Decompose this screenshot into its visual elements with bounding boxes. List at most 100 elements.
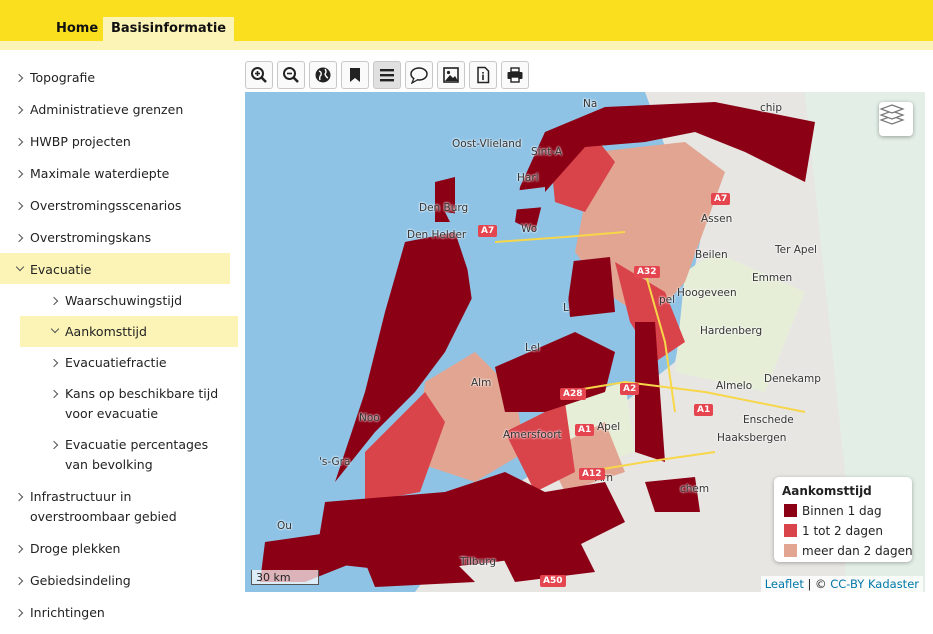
layers-icon: [879, 104, 905, 125]
map-city-label: Oost-Vlieland: [452, 138, 522, 150]
chevron-right-icon: [14, 169, 24, 179]
road-shield: A7: [711, 193, 731, 205]
map-city-label: Assen: [701, 213, 733, 225]
map-city-label: Apel: [597, 421, 621, 433]
chevron-right-icon: [14, 233, 24, 243]
bookmark-button[interactable]: [341, 61, 369, 89]
comment-icon: [410, 67, 428, 84]
chevron-right-icon: [49, 440, 59, 450]
sidebar-item-evacuatiefractie[interactable]: Evacuatiefractie: [65, 353, 167, 373]
legend-label: Binnen 1 dag: [802, 504, 882, 518]
map-city-label: Ter Apel: [775, 244, 817, 256]
chevron-right-icon: [14, 608, 24, 618]
menu-icon: [380, 69, 394, 82]
sidebar-item-administratieve-grenzen[interactable]: Administratieve grenzen: [30, 100, 183, 120]
road-shield: A50: [540, 575, 566, 587]
map-city-label: Alm: [471, 377, 492, 389]
map-view[interactable]: Oost-Vlieland Sint-A Harl Den Burg Den H…: [245, 92, 925, 592]
map-city-label: 's-Gra: [319, 456, 351, 468]
document-info-icon: [477, 66, 490, 84]
sidebar-item-infrastructuur[interactable]: Infrastructuur in overstroombaar gebied: [30, 487, 235, 527]
scale-bar: 30 km: [251, 570, 319, 585]
zoom-out-button[interactable]: [277, 61, 305, 89]
chevron-right-icon: [14, 492, 24, 502]
legend-swatch: [784, 544, 797, 557]
layer-switcher-button[interactable]: [879, 102, 913, 136]
map-city-label: Denekamp: [764, 373, 821, 385]
sidebar-item-hwbp-projecten[interactable]: HWBP projecten: [30, 132, 131, 152]
globe-icon: [315, 67, 331, 83]
layers-menu-button[interactable]: [373, 61, 401, 89]
sidebar-item-overstromingskans[interactable]: Overstromingskans: [30, 228, 151, 248]
sidebar-item-inrichtingen[interactable]: Inrichtingen: [30, 603, 105, 623]
map-city-label: Den Helder: [407, 229, 467, 241]
chevron-right-icon: [49, 358, 59, 368]
legend-swatch: [784, 504, 797, 517]
sidebar-item-gebiedsindeling[interactable]: Gebiedsindeling: [30, 571, 131, 591]
kadaster-link[interactable]: CC-BY Kadaster: [830, 577, 919, 591]
chevron-right-icon: [14, 544, 24, 554]
map-city-label: Noo: [359, 412, 380, 424]
map-city-label: Almelo: [716, 380, 753, 392]
map-city-label: Den Burg: [419, 202, 469, 214]
map-city-label: L: [563, 302, 569, 314]
legend-label: meer dan 2 dagen: [802, 544, 913, 558]
zoom-in-icon: [251, 67, 267, 83]
road-shield: A1: [694, 404, 714, 416]
nav-tab-basisinformatie[interactable]: Basisinformatie: [103, 17, 235, 41]
map-city-label: Amersfoort: [503, 429, 562, 441]
attribution-separator: | ©: [803, 577, 831, 591]
bookmark-icon: [350, 68, 360, 82]
chevron-right-icon: [14, 201, 24, 211]
map-city-label: Emmen: [752, 272, 793, 284]
map-city-label: Beilen: [695, 249, 728, 261]
legend-swatch: [784, 524, 797, 537]
sidebar-item-maximale-waterdiepte[interactable]: Maximale waterdiepte: [30, 164, 169, 184]
sidebar-item-droge-plekken[interactable]: Droge plekken: [30, 539, 120, 559]
map-city-label: Hardenberg: [700, 325, 763, 337]
print-icon: [507, 67, 523, 83]
road-shield: A28: [560, 388, 586, 400]
legend: Aankomsttijd Binnen 1 dag 1 tot 2 dagen …: [774, 477, 913, 562]
map-city-label: Ou: [277, 520, 292, 532]
sidebar-item-topografie[interactable]: Topografie: [30, 68, 95, 88]
map-city-label: pel: [659, 294, 676, 306]
chevron-right-icon: [14, 105, 24, 115]
map-city-label: Tilburg: [460, 556, 497, 568]
map-city-label: Hoogeveen: [677, 287, 737, 299]
info-document-button[interactable]: [469, 61, 497, 89]
zoom-in-button[interactable]: [245, 61, 273, 89]
road-shield: A2: [620, 383, 640, 395]
full-extent-button[interactable]: [309, 61, 337, 89]
map-city-label: chip: [760, 102, 783, 114]
comment-button[interactable]: [405, 61, 433, 89]
sidebar-item-waarschuwingstijd[interactable]: Waarschuwingstijd: [65, 291, 182, 311]
sidebar-item-evacuatie[interactable]: Evacuatie: [30, 260, 91, 280]
chevron-right-icon: [14, 576, 24, 586]
legend-title: Aankomsttijd: [782, 484, 872, 498]
road-shield: A12: [579, 468, 605, 480]
sidebar-item-overstromingsscenarios[interactable]: Overstromingsscenarios: [30, 196, 181, 216]
sidebar-item-evacuatie-percentages[interactable]: Evacuatie percentages van bevolking: [65, 435, 230, 475]
map-city-label: Sint-A: [531, 146, 563, 158]
leaflet-link[interactable]: Leaflet: [765, 577, 804, 591]
image-export-button[interactable]: [437, 61, 465, 89]
map-city-label: chem: [680, 483, 710, 495]
map-city-label: Lel: [525, 342, 541, 354]
road-shield: A1: [575, 424, 595, 436]
chevron-right-icon: [49, 296, 59, 306]
map-city-label: Na: [583, 98, 598, 110]
nav-tab-home[interactable]: Home: [48, 17, 106, 41]
chevron-right-icon: [14, 137, 24, 147]
map-city-label: Harl: [517, 172, 539, 184]
chevron-right-icon: [14, 73, 24, 83]
map-city-label: Wo: [521, 223, 538, 235]
sidebar-item-kans-beschikbare-tijd[interactable]: Kans op beschikbare tijd voor evacuatie: [65, 384, 240, 424]
chevron-right-icon: [49, 389, 59, 399]
print-button[interactable]: [501, 61, 529, 89]
legend-label: 1 tot 2 dagen: [802, 524, 884, 538]
sidebar-item-aankomsttijd[interactable]: Aankomsttijd: [65, 322, 147, 342]
road-shield: A32: [634, 266, 660, 278]
map-city-label: Haaksbergen: [717, 432, 787, 444]
map-city-label: Enschede: [743, 414, 794, 426]
